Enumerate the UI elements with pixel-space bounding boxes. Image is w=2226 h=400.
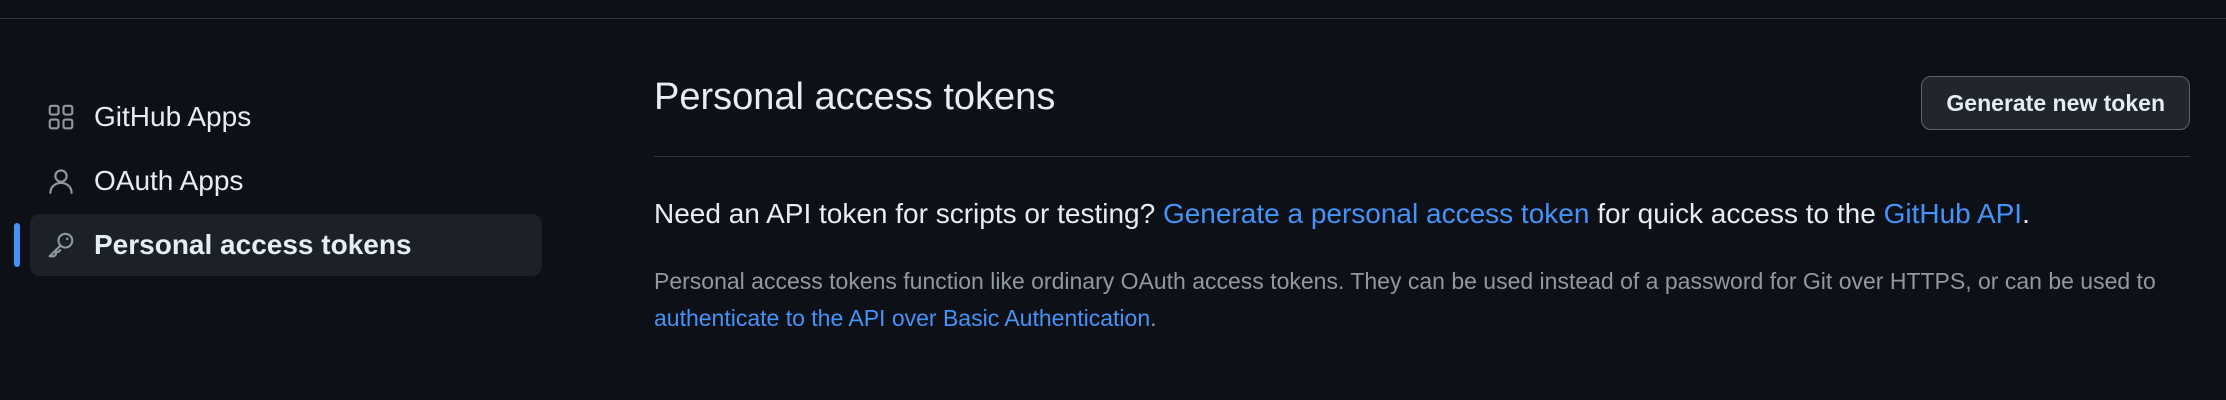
- basic-auth-link[interactable]: authenticate to the API over Basic Authe…: [654, 305, 1150, 331]
- github-api-link[interactable]: GitHub API: [1884, 198, 2023, 229]
- lead-text-before: Need an API token for scripts or testing…: [654, 198, 1163, 229]
- active-item-marker: [14, 223, 20, 267]
- page-header: Personal access tokens Generate new toke…: [654, 56, 2190, 157]
- sidebar-item-label: Personal access tokens: [94, 229, 412, 260]
- top-divider: [0, 18, 2226, 19]
- lead-text-after: .: [2022, 198, 2030, 229]
- key-icon: [46, 230, 76, 260]
- sidebar-item-label: OAuth Apps: [94, 165, 244, 196]
- generate-token-link[interactable]: Generate a personal access token: [1163, 198, 1589, 229]
- main-content: Personal access tokens Generate new toke…: [654, 56, 2190, 337]
- sidebar-item-label: GitHub Apps: [94, 101, 252, 132]
- page-title: Personal access tokens: [654, 76, 1056, 118]
- api-token-lead: Need an API token for scripts or testing…: [654, 195, 2190, 233]
- tokens-description: Personal access tokens function like ord…: [654, 263, 2190, 337]
- sidebar-item-personal-access-tokens[interactable]: Personal access tokens: [14, 214, 542, 276]
- sidebar: GitHub Apps OAuth Apps Personal access t…: [14, 86, 542, 278]
- description-text: Personal access tokens function like ord…: [654, 268, 2156, 294]
- person-icon: [46, 166, 76, 196]
- lead-text-middle: for quick access to the: [1589, 198, 1884, 229]
- sidebar-item-oauth-apps[interactable]: OAuth Apps: [30, 150, 542, 212]
- generate-new-token-button[interactable]: Generate new token: [1921, 76, 2190, 130]
- sidebar-item-github-apps[interactable]: GitHub Apps: [30, 86, 542, 148]
- description-text-after: .: [1150, 305, 1157, 331]
- apps-grid-icon: [46, 102, 76, 132]
